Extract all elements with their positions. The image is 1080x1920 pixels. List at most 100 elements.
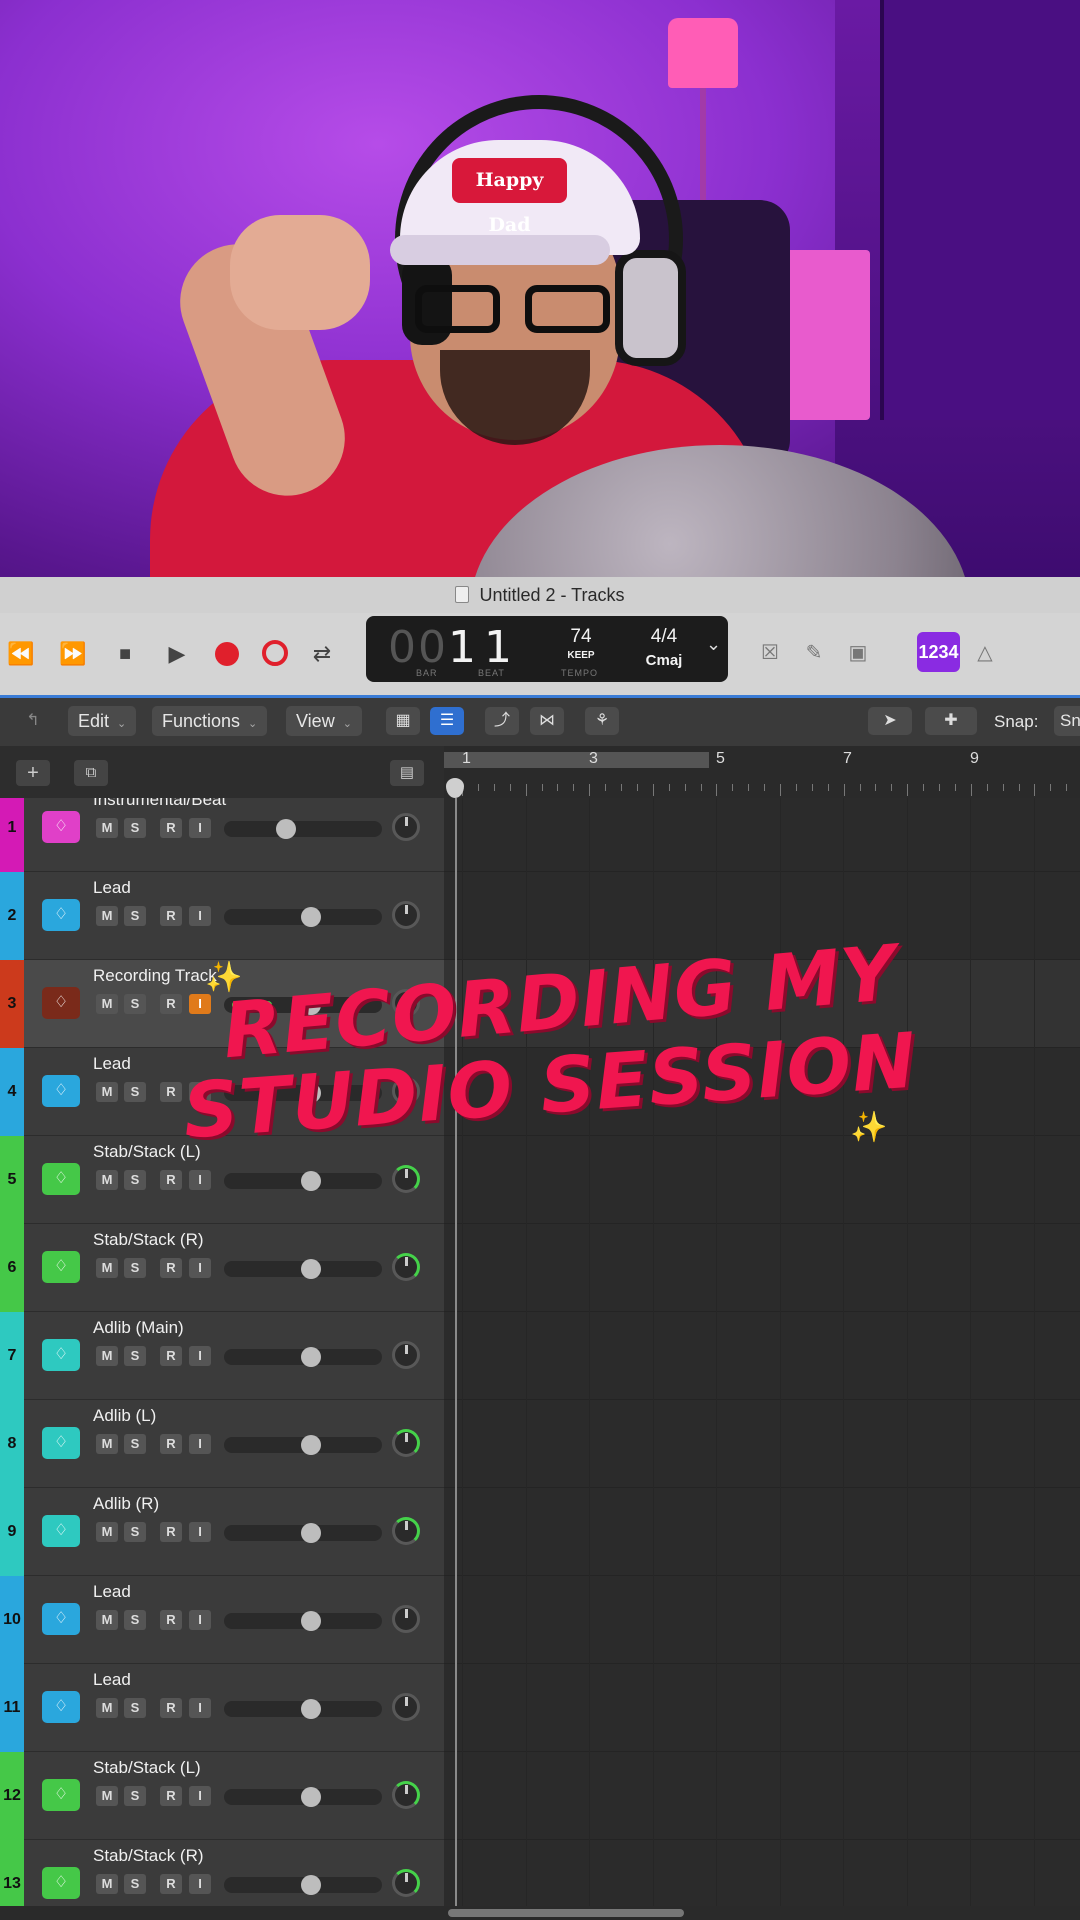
solo-mode-icon[interactable]: ▣	[843, 638, 873, 668]
track-name[interactable]: Stab/Stack (L)	[93, 1142, 201, 1162]
volume-fader[interactable]	[224, 1083, 382, 1103]
track-header[interactable]: 10 ♢ Lead M S R I	[0, 1576, 444, 1664]
pan-knob[interactable]	[392, 1517, 420, 1545]
mute-button[interactable]: M	[96, 1346, 118, 1366]
track-header[interactable]: 13 ♢ Stab/Stack (R) M S R I	[0, 1840, 444, 1906]
track-header[interactable]: 7 ♢ Adlib (Main) M S R I	[0, 1312, 444, 1400]
track-header[interactable]: 8 ♢ Adlib (L) M S R I	[0, 1400, 444, 1488]
fader-knob[interactable]	[301, 1875, 321, 1895]
waveform-icon[interactable]: ♢	[42, 1779, 80, 1811]
track-header[interactable]: 11 ♢ Lead M S R I	[0, 1664, 444, 1752]
volume-fader[interactable]	[224, 1611, 382, 1631]
mute-button[interactable]: M	[96, 1258, 118, 1278]
track-lane[interactable]	[444, 1664, 1080, 1752]
waveform-icon[interactable]: ♢	[42, 1691, 80, 1723]
pan-knob[interactable]	[392, 1869, 420, 1897]
track-name[interactable]: Lead	[93, 878, 131, 898]
pointer-tool-icon[interactable]: ➤	[868, 707, 912, 735]
waveform-icon[interactable]: ♢	[42, 1251, 80, 1283]
track-number[interactable]: 10	[0, 1576, 24, 1664]
pan-knob[interactable]	[392, 1165, 420, 1193]
input-button[interactable]: I	[189, 1610, 211, 1630]
fader-knob[interactable]	[301, 907, 321, 927]
mute-button[interactable]: M	[96, 818, 118, 838]
input-button[interactable]: I	[189, 1434, 211, 1454]
view-menu[interactable]: View ⌄	[286, 706, 362, 736]
record-button[interactable]: R	[160, 1522, 182, 1542]
fader-knob[interactable]	[301, 1347, 321, 1367]
solo-button[interactable]: S	[124, 1522, 146, 1542]
input-button[interactable]: I	[189, 906, 211, 926]
edit-menu[interactable]: Edit ⌄	[68, 706, 137, 736]
track-lane[interactable]	[444, 872, 1080, 960]
mute-button[interactable]: M	[96, 1434, 118, 1454]
mute-button[interactable]: M	[96, 1786, 118, 1806]
functions-menu[interactable]: Functions ⌄	[152, 706, 268, 736]
metronome-icon[interactable]: △	[970, 638, 1000, 668]
pan-knob[interactable]	[392, 813, 420, 841]
record-button[interactable]: R	[160, 1698, 182, 1718]
mute-button[interactable]: M	[96, 1610, 118, 1630]
track-number[interactable]: 11	[0, 1664, 24, 1752]
solo-button[interactable]: S	[124, 1698, 146, 1718]
track-number[interactable]: 4	[0, 1048, 24, 1136]
solo-button[interactable]: S	[124, 818, 146, 838]
mute-button[interactable]: M	[96, 1874, 118, 1894]
volume-fader[interactable]	[224, 1171, 382, 1191]
input-button[interactable]: I	[189, 1258, 211, 1278]
track-name[interactable]: Stab/Stack (R)	[93, 1230, 204, 1250]
pan-knob[interactable]	[392, 1253, 420, 1281]
track-lane[interactable]	[444, 960, 1080, 1048]
duplicate-track-icon[interactable]: ⧉	[74, 760, 108, 786]
bar-ruler[interactable]: 1 3 5 7 9	[444, 746, 1080, 799]
track-name[interactable]: Adlib (R)	[93, 1494, 159, 1514]
volume-fader[interactable]	[224, 1787, 382, 1807]
track-number[interactable]: 5	[0, 1136, 24, 1224]
fader-knob[interactable]	[301, 1611, 321, 1631]
tuner-icon[interactable]: ✎	[799, 638, 829, 668]
horizontal-scrollbar[interactable]	[444, 1906, 1080, 1920]
waveform-icon[interactable]: ♢	[42, 1075, 80, 1107]
grid-icon[interactable]: ▦	[386, 707, 420, 735]
track-lane[interactable]	[444, 1400, 1080, 1488]
record-button[interactable]: R	[160, 1082, 182, 1102]
snap-select[interactable]: Sn	[1054, 706, 1080, 736]
track-lane[interactable]	[444, 1136, 1080, 1224]
waveform-icon[interactable]: ♢	[42, 1603, 80, 1635]
solo-button[interactable]: S	[124, 1170, 146, 1190]
fader-knob[interactable]	[301, 1171, 321, 1191]
input-button[interactable]: I	[189, 1874, 211, 1894]
fast-forward-icon[interactable]: ⏩	[56, 637, 90, 671]
track-name[interactable]: Stab/Stack (R)	[93, 1846, 204, 1866]
add-track-icon[interactable]: +	[16, 760, 50, 786]
waveform-icon[interactable]: ♢	[42, 811, 80, 843]
track-lane[interactable]	[444, 1048, 1080, 1136]
waveform-icon[interactable]: ♢	[42, 1867, 80, 1899]
pan-knob[interactable]	[392, 1429, 420, 1457]
pan-knob[interactable]	[392, 1077, 420, 1105]
volume-fader[interactable]	[224, 819, 382, 839]
fader-knob[interactable]	[301, 1523, 321, 1543]
mute-button[interactable]: M	[96, 1698, 118, 1718]
pan-knob[interactable]	[392, 1781, 420, 1809]
waveform-icon[interactable]: ♢	[42, 1339, 80, 1371]
stop-icon[interactable]: ■	[108, 637, 142, 671]
waveform-icon[interactable]: ♢	[42, 1163, 80, 1195]
solo-button[interactable]: S	[124, 1786, 146, 1806]
key-signature[interactable]: Cmaj	[634, 652, 694, 669]
track-number[interactable]: 1	[0, 798, 24, 872]
track-lane[interactable]	[444, 1488, 1080, 1576]
track-lane[interactable]	[444, 1576, 1080, 1664]
track-lane[interactable]	[444, 1224, 1080, 1312]
tracks-area[interactable]	[444, 798, 1080, 1906]
back-arrow-icon[interactable]: ↰	[16, 707, 50, 735]
record-icon[interactable]	[215, 642, 239, 666]
volume-fader[interactable]	[224, 907, 382, 927]
track-number[interactable]: 7	[0, 1312, 24, 1400]
solo-button[interactable]: S	[124, 1082, 146, 1102]
track-name[interactable]: Adlib (Main)	[93, 1318, 184, 1338]
rewind-icon[interactable]: ⏪	[4, 637, 38, 671]
track-number[interactable]: 12	[0, 1752, 24, 1840]
track-lane[interactable]	[444, 1312, 1080, 1400]
flex-icon[interactable]: ⋈	[530, 707, 564, 735]
